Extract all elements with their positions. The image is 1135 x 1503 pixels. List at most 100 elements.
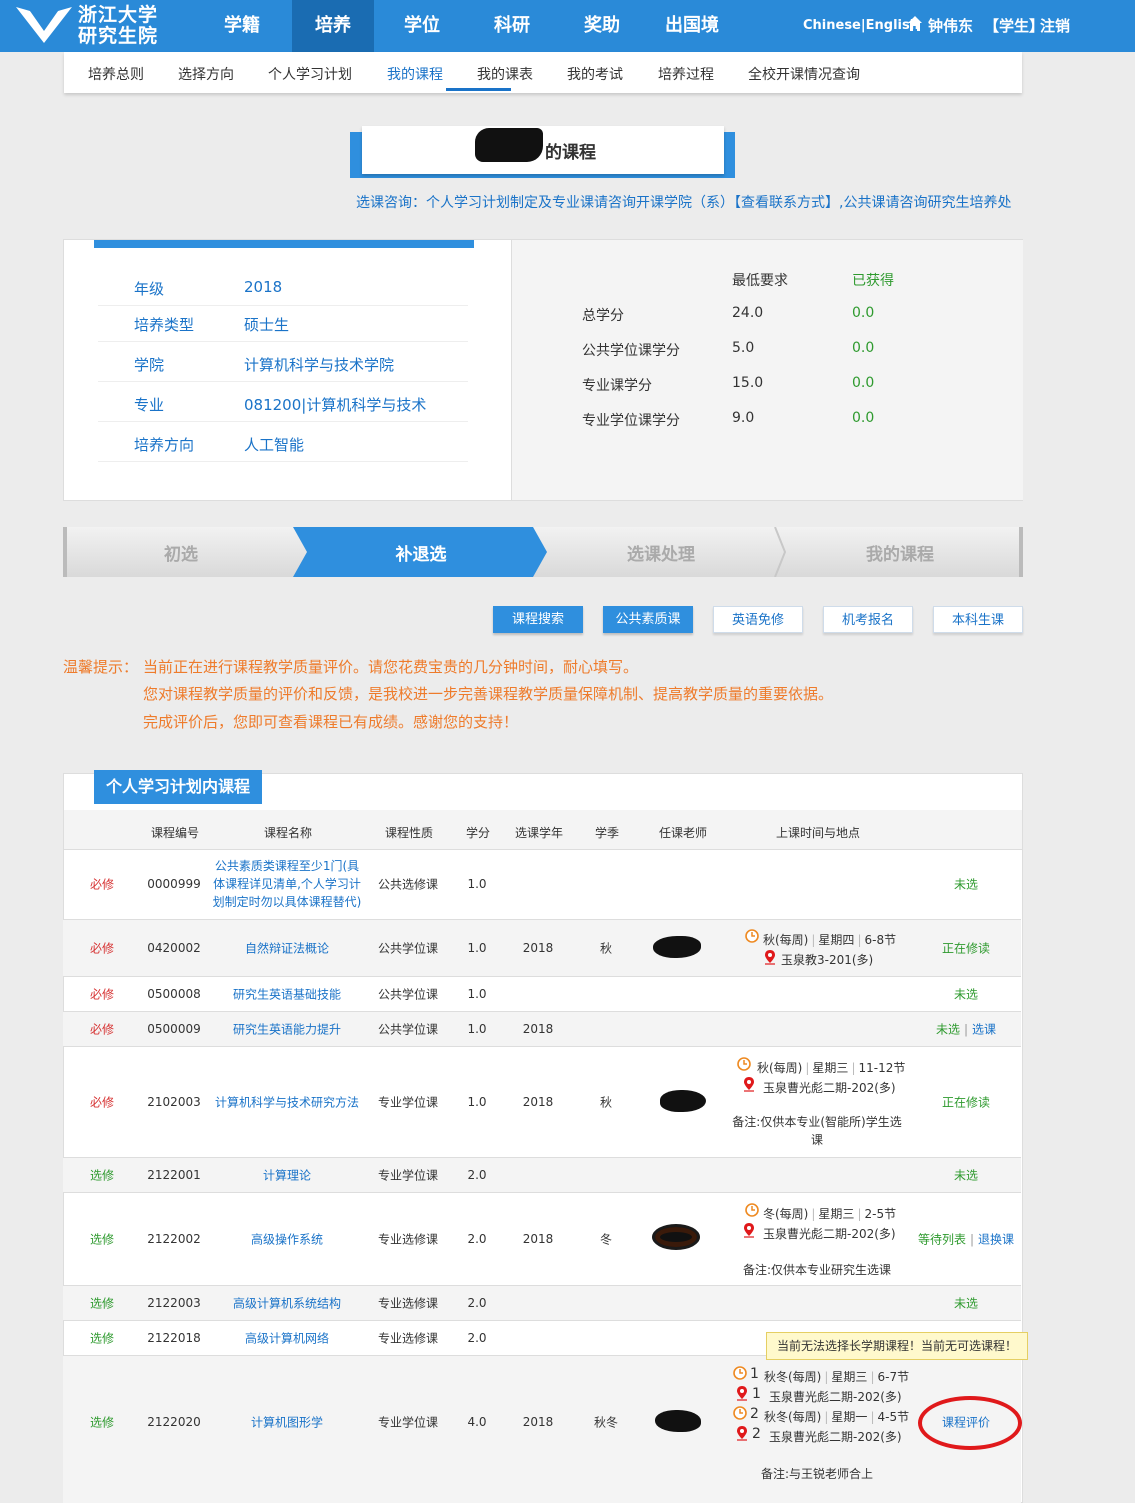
- course-consult-info[interactable]: 选课咨询：个人学习计划制定及专业课请咨询开课学院（系）【查看联系方式】,公共课请…: [356, 192, 1011, 212]
- nav-keyan[interactable]: 科研: [472, 0, 552, 52]
- credit-min: 15.0: [732, 375, 764, 391]
- course-name-link[interactable]: 高级计算机网络: [245, 1330, 329, 1347]
- schedule-period: 11-12节: [858, 1061, 906, 1075]
- subnav-my-timetable[interactable]: 我的课表: [477, 64, 533, 84]
- select-course-link[interactable]: 选课: [972, 1023, 996, 1037]
- public-quality-course-button[interactable]: 公共素质课: [603, 606, 693, 633]
- course-name-link[interactable]: 高级计算机系统结构: [233, 1295, 341, 1312]
- course-code: 0420002: [147, 941, 201, 955]
- course-code: 0500009: [147, 1022, 201, 1036]
- course-year: 2018: [522, 941, 554, 955]
- page-title: 的课程: [545, 143, 596, 163]
- info-label: 专业: [134, 396, 165, 414]
- english-exemption-button[interactable]: 英语免修: [713, 606, 803, 633]
- step-my-courses[interactable]: 我的课程: [866, 544, 934, 565]
- table-row: 选修 2122002 高级操作系统 专业选修课 2.0 2018 冬 冬(每周)…: [63, 1193, 1021, 1286]
- course-code: 2122020: [147, 1415, 201, 1429]
- nav-xueji[interactable]: 学籍: [202, 0, 282, 52]
- waitlist-link[interactable]: 等待列表: [918, 1233, 966, 1247]
- step-initial[interactable]: 初选: [164, 544, 198, 565]
- info-row-major: 专业 081200|计算机科学与技术: [98, 386, 468, 422]
- course-name-link[interactable]: 研究生英语能力提升: [233, 1021, 341, 1038]
- schedule-place: 玉泉曹光彪二期-202(多): [769, 1430, 902, 1444]
- university-logo[interactable]: 浙江大学 研究生院: [14, 3, 184, 49]
- redacted-teacher: [660, 1090, 706, 1112]
- status-not-selected: 未选: [935, 1022, 960, 1037]
- undergrad-course-button[interactable]: 本科生课: [933, 606, 1023, 633]
- course-code: 2122018: [147, 1331, 201, 1345]
- schedule-day: 星期四: [818, 933, 855, 947]
- course-term: 秋: [599, 941, 613, 956]
- course-search-button[interactable]: 课程搜索: [493, 606, 583, 633]
- language-switch[interactable]: Chinese|English: [803, 18, 919, 33]
- nav-jiangzhu[interactable]: 奖助: [562, 0, 642, 52]
- course-name-link[interactable]: 计算机图形学: [251, 1414, 323, 1431]
- info-row-direction: 培养方向 人工智能: [98, 426, 468, 462]
- course-type: 必修: [89, 941, 115, 956]
- credit-got: 0.0: [852, 410, 875, 426]
- home-icon[interactable]: [907, 15, 923, 33]
- course-type: 选修: [89, 1415, 115, 1430]
- course-nature: 专业学位课: [377, 1168, 439, 1183]
- schedule-period: 6-7节: [877, 1370, 910, 1384]
- info-label: 培养类型: [134, 316, 195, 334]
- course-credit: 4.0: [467, 1415, 487, 1429]
- course-nature: 公共学位课: [377, 987, 439, 1002]
- step-edge-right: [1019, 527, 1023, 577]
- schedule-place: 玉泉教3-201(多): [781, 953, 874, 967]
- user-name: 钟伟东: [928, 17, 974, 35]
- logout-link[interactable]: 注销: [1040, 15, 1070, 36]
- subnav-peiyang-zongze[interactable]: 培养总则: [88, 64, 144, 84]
- schedule-period: 4-5节: [877, 1410, 910, 1424]
- step-add-drop[interactable]: 补退选: [395, 544, 447, 565]
- course-credit: 1.0: [467, 1022, 487, 1036]
- nav-peiyang[interactable]: 培养: [292, 0, 374, 52]
- course-name-link[interactable]: 自然辩证法概论: [245, 940, 329, 957]
- logo-text: 浙江大学 研究生院: [78, 5, 158, 47]
- subnav-training-process[interactable]: 培养过程: [658, 64, 714, 84]
- selection-step-bar: 初选 补退选 选课处理 我的课程: [63, 527, 1023, 577]
- subnav-my-courses[interactable]: 我的课程: [387, 64, 443, 84]
- schedule-term: 秋冬(每周): [764, 1370, 822, 1384]
- course-nature: 专业学位课: [377, 1095, 439, 1110]
- course-name-link[interactable]: 研究生英语基础技能: [233, 986, 341, 1003]
- schedule-period: 2-5节: [864, 1207, 897, 1221]
- course-name-link[interactable]: 计算机科学与技术研究方法: [215, 1094, 359, 1111]
- course-credit: 2.0: [467, 1168, 487, 1182]
- info-row-college: 学院 计算机科学与技术学院: [98, 346, 468, 382]
- course-status: 未选: [953, 1296, 979, 1311]
- course-name-link[interactable]: 公共素质类课程至少1门(具体课程详见清单,个人学习计划制定时勿以具体课程替代): [209, 857, 365, 911]
- computer-exam-signup-button[interactable]: 机考报名: [823, 606, 913, 633]
- course-type: 选修: [89, 1296, 115, 1311]
- course-nature: 公共学位课: [377, 1022, 439, 1037]
- subnav-course-query[interactable]: 全校开课情况查询: [748, 64, 860, 84]
- course-name-link[interactable]: 高级操作系统: [251, 1231, 323, 1248]
- credit-label: 总学分: [582, 308, 624, 324]
- course-note: 备注:仅供本专业研究生选课: [743, 1263, 892, 1277]
- info-label: 年级: [134, 280, 165, 298]
- step-processing[interactable]: 选课处理: [627, 544, 695, 565]
- drop-course-link[interactable]: 退换课: [978, 1233, 1014, 1247]
- nav-chuguojing[interactable]: 出国境: [652, 0, 732, 52]
- logo-line1: 浙江大学: [78, 4, 159, 26]
- student-info-panel: 年级 2018 培养类型 硕士生 学院 计算机科学与技术学院 专业 081200…: [63, 239, 1023, 501]
- subnav-xuanze-fangxiang[interactable]: 选择方向: [178, 64, 234, 84]
- course-status: 未选: [953, 1168, 979, 1183]
- th-term: 学季: [594, 826, 620, 840]
- course-nature: 专业选修课: [377, 1232, 439, 1247]
- subnav-my-exams[interactable]: 我的考试: [567, 64, 623, 84]
- course-year: 2018: [522, 1095, 554, 1109]
- table-row: 必修 0420002 自然辩证法概论 公共学位课 1.0 2018 秋 秋(每周…: [63, 920, 1021, 977]
- info-value: 2018: [244, 278, 283, 296]
- info-value: 硕士生: [244, 316, 290, 334]
- nav-xuewei[interactable]: 学位: [382, 0, 462, 52]
- course-credit: 1.0: [467, 941, 487, 955]
- th-schedule: 上课时间与地点: [775, 826, 861, 840]
- course-type: 必修: [89, 987, 115, 1002]
- sub-nav-bar: 培养总则 选择方向 个人学习计划 我的课程 我的课表 我的考试 培养过程 全校开…: [64, 52, 1022, 93]
- course-year: 2018: [522, 1415, 554, 1429]
- subnav-personal-plan[interactable]: 个人学习计划: [268, 64, 352, 84]
- schedule-term: 秋(每周): [763, 933, 809, 947]
- course-name-link[interactable]: 计算理论: [263, 1167, 311, 1184]
- schedule-index: 2: [752, 1426, 761, 1442]
